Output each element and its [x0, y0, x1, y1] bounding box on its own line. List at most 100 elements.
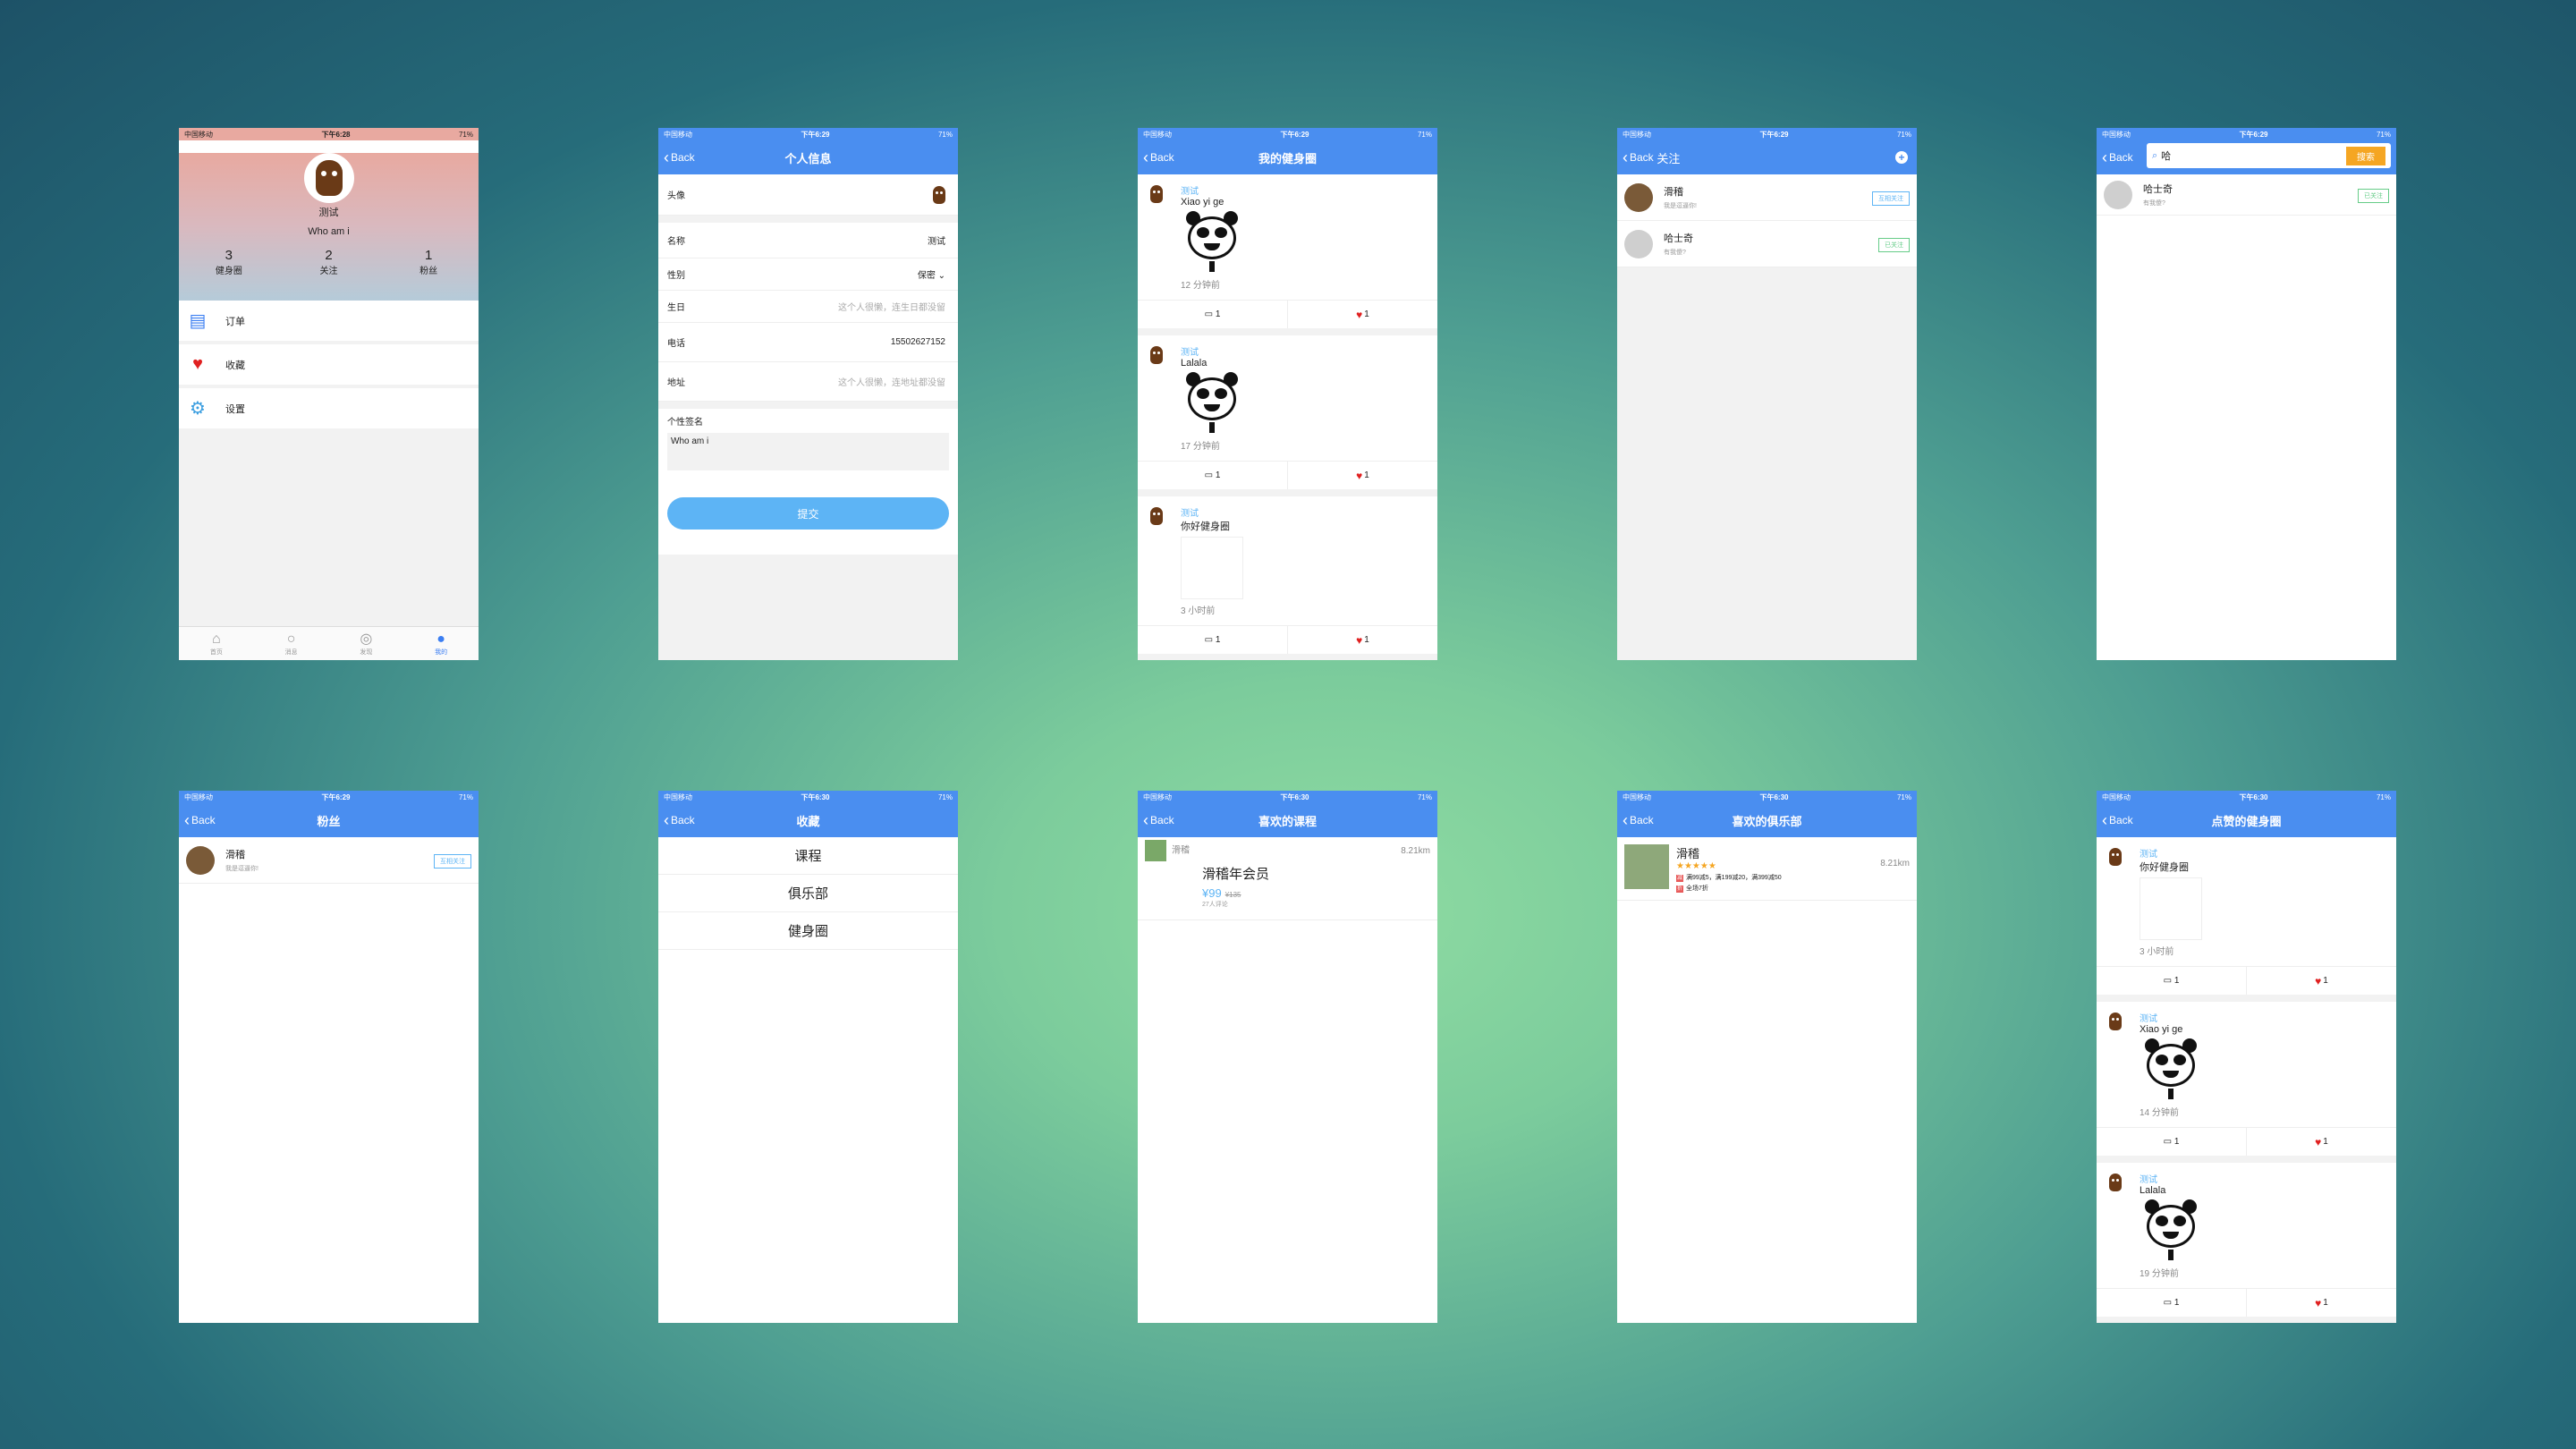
- course-title: 滑稽年会员: [1202, 867, 1270, 882]
- menu-item-orders[interactable]: ▤ 订单: [179, 301, 479, 341]
- bear-avatar-icon: [933, 185, 945, 204]
- heart-icon: ♥: [192, 354, 203, 374]
- comment-button[interactable]: ▭ 1: [2097, 967, 2247, 995]
- status-bar: 中国移动 下午6:30 71%: [658, 791, 958, 803]
- search-input[interactable]: ⌕ 哈 搜索: [2147, 143, 2391, 168]
- club-card[interactable]: 滑稽 ★★★★★ 减满99减5，满199减20，满399减50 折全场7折 8.21km: [1617, 837, 1917, 901]
- follow-button[interactable]: 已关注: [1878, 238, 1910, 252]
- like-button[interactable]: ♥ 1: [1288, 462, 1437, 489]
- back-button[interactable]: ‹ Back: [1623, 803, 1654, 837]
- post-image[interactable]: [2140, 877, 2202, 940]
- avatar-row[interactable]: 头像: [658, 174, 958, 216]
- bear-avatar-icon: [315, 160, 343, 196]
- post-card[interactable]: 测试 你好健身圈 3 小时前 ▭ 1 ♥ 1: [1138, 496, 1437, 660]
- birthday-row[interactable]: 生日 这个人很懒，连生日都没留: [658, 291, 958, 323]
- back-button[interactable]: ‹ Back: [664, 140, 695, 174]
- like-button[interactable]: ♥ 1: [2247, 1128, 2396, 1156]
- discount-text: 全场7折: [1686, 886, 1708, 892]
- comment-button[interactable]: ▭ 1: [2097, 1289, 2247, 1317]
- gender-row[interactable]: 性别 保密 ⌄: [658, 258, 958, 291]
- back-button[interactable]: ‹ Back: [1623, 148, 1654, 167]
- back-button[interactable]: ‹ Back: [2102, 140, 2133, 174]
- post-card[interactable]: 测试 Lalala 19 分钟前 ▭ 1 ♥ 1: [2097, 1163, 2396, 1323]
- comment-button[interactable]: ▭ 1: [1138, 626, 1288, 654]
- post-card[interactable]: 测试 你好健身圈 3 小时前 ▭ 1 ♥ 1: [2097, 837, 2396, 1002]
- course-price: ¥99: [1202, 886, 1222, 900]
- signature-input[interactable]: Who am i: [667, 433, 949, 470]
- back-button[interactable]: ‹ Back: [184, 803, 216, 837]
- stat-label: 关注: [319, 267, 338, 276]
- back-label: Back: [1150, 814, 1174, 826]
- follow-button[interactable]: 互相关注: [434, 854, 471, 869]
- tab-home[interactable]: ⌂ 首页: [194, 631, 239, 657]
- post-author: 测试: [1181, 348, 1199, 358]
- nav-bar: ‹ Back 个人信息: [658, 140, 958, 174]
- follow-button[interactable]: 已关注: [2358, 189, 2389, 203]
- stat-value: 3: [225, 248, 233, 263]
- back-button[interactable]: ‹ Back: [1143, 803, 1174, 837]
- comment-icon: ▭: [2163, 976, 2173, 986]
- post-card[interactable]: 测试 Xiao yi ge 14 分钟前 ▭ 1 ♥ 1: [2097, 1002, 2396, 1163]
- panda-meme-image[interactable]: [1181, 372, 1243, 435]
- list-item[interactable]: 哈士奇 有我傻? 已关注: [2097, 174, 2396, 216]
- avatar[interactable]: [303, 153, 354, 203]
- panda-meme-image[interactable]: [2140, 1199, 2202, 1262]
- carrier: 中国移动: [2102, 130, 2131, 139]
- menu-item-settings[interactable]: ⚙ 设置: [179, 388, 479, 428]
- comment-button[interactable]: ▭ 1: [1138, 462, 1288, 489]
- bear-avatar-icon: [1150, 346, 1163, 364]
- panda-meme-image[interactable]: [2140, 1038, 2202, 1101]
- course-org-row[interactable]: 滑稽 8.21km: [1138, 837, 1437, 864]
- tab-discover[interactable]: ◎ 发现: [343, 631, 388, 657]
- comment-button[interactable]: ▭ 1: [2097, 1128, 2247, 1156]
- menu-label: 设置: [225, 403, 245, 415]
- stat-fans[interactable]: 1 粉丝: [402, 248, 455, 276]
- promo-text: 满99减5，满199减20，满399减50: [1686, 875, 1782, 881]
- chevron-left-icon: ‹: [2102, 148, 2107, 166]
- back-button[interactable]: ‹ Back: [664, 803, 695, 837]
- clock: 下午6:29: [801, 130, 830, 139]
- chat-icon: ○: [286, 631, 296, 647]
- tab-messages[interactable]: ○ 消息: [269, 631, 314, 657]
- address-row[interactable]: 地址 这个人很懒，连地址都没留: [658, 362, 958, 402]
- clock: 下午6:30: [1759, 792, 1789, 801]
- post-card[interactable]: 测试 Xiao yi ge 12 分钟前 ▭ 1 ♥ 1: [1138, 174, 1437, 335]
- stat-posts[interactable]: 3 健身圈: [202, 248, 256, 276]
- post-author: 测试: [1181, 187, 1199, 197]
- clipboard-icon: ▤: [189, 311, 207, 331]
- submit-button[interactable]: 提交: [667, 497, 949, 530]
- nav-bar: ‹ Back 喜欢的课程: [1138, 803, 1437, 837]
- follow-button[interactable]: 互相关注: [1872, 191, 1910, 206]
- comment-count: 1: [2174, 1298, 2180, 1308]
- add-icon[interactable]: +: [1895, 151, 1908, 164]
- panda-meme-image[interactable]: [1181, 211, 1243, 274]
- like-count: 1: [1364, 635, 1369, 645]
- like-button[interactable]: ♥ 1: [2247, 967, 2396, 995]
- tab-label: 消息: [284, 648, 298, 656]
- collection-item-circle[interactable]: 健身圈: [658, 912, 958, 950]
- back-button[interactable]: ‹ Back: [1143, 140, 1174, 174]
- clock: 下午6:30: [1280, 792, 1309, 801]
- name-row[interactable]: 名称 测试: [658, 223, 958, 258]
- phone-row[interactable]: 电话 15502627152: [658, 323, 958, 362]
- post-image[interactable]: [1181, 537, 1243, 599]
- course-card[interactable]: 滑稽年会员 ¥99 ¥135 27人评论: [1138, 864, 1437, 920]
- search-button[interactable]: 搜索: [2346, 147, 2385, 165]
- list-item[interactable]: 滑稽 我是逗逼你! 互相关注: [179, 837, 479, 884]
- like-button[interactable]: ♥ 1: [1288, 626, 1437, 654]
- collection-item-clubs[interactable]: 俱乐部: [658, 875, 958, 912]
- clock: 下午6:29: [1759, 130, 1789, 139]
- like-button[interactable]: ♥ 1: [1288, 301, 1437, 328]
- list-item[interactable]: 滑稽 我是逗逼你! 互相关注: [1617, 174, 1917, 221]
- comment-button[interactable]: ▭ 1: [1138, 301, 1288, 328]
- collection-item-courses[interactable]: 课程: [658, 837, 958, 875]
- bear-avatar-icon: [1150, 185, 1163, 203]
- like-button[interactable]: ♥ 1: [2247, 1289, 2396, 1317]
- back-button[interactable]: ‹ Back: [2102, 803, 2133, 837]
- stat-following[interactable]: 2 关注: [301, 248, 355, 276]
- stat-value: 1: [424, 248, 433, 263]
- list-item[interactable]: 哈士奇 有我傻? 已关注: [1617, 221, 1917, 267]
- tab-me[interactable]: ● 我的: [419, 631, 463, 657]
- menu-item-favorites[interactable]: ♥ 收藏: [179, 344, 479, 385]
- post-card[interactable]: 测试 Lalala 17 分钟前 ▭ 1 ♥ 1: [1138, 335, 1437, 496]
